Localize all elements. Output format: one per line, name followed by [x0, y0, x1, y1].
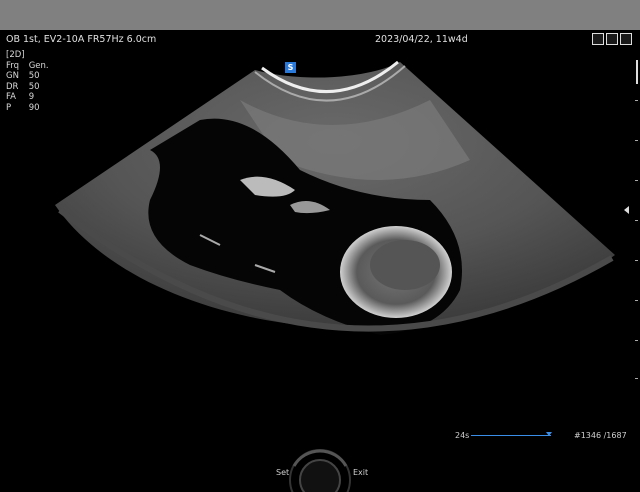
ultrasound-image[interactable]	[0, 0, 640, 492]
cine-thumb-icon[interactable]	[546, 432, 552, 436]
exit-button[interactable]: Exit	[353, 468, 368, 477]
trackball-icon[interactable]	[288, 444, 352, 492]
cine-progress-bar[interactable]	[471, 435, 551, 436]
depth-scale	[630, 60, 638, 380]
cine-time: 24s	[455, 431, 470, 440]
focus-marker-icon[interactable]	[624, 206, 629, 214]
cine-frame-counter: #1346 /1687	[574, 431, 627, 440]
probe-orientation-marker: S	[285, 62, 296, 73]
